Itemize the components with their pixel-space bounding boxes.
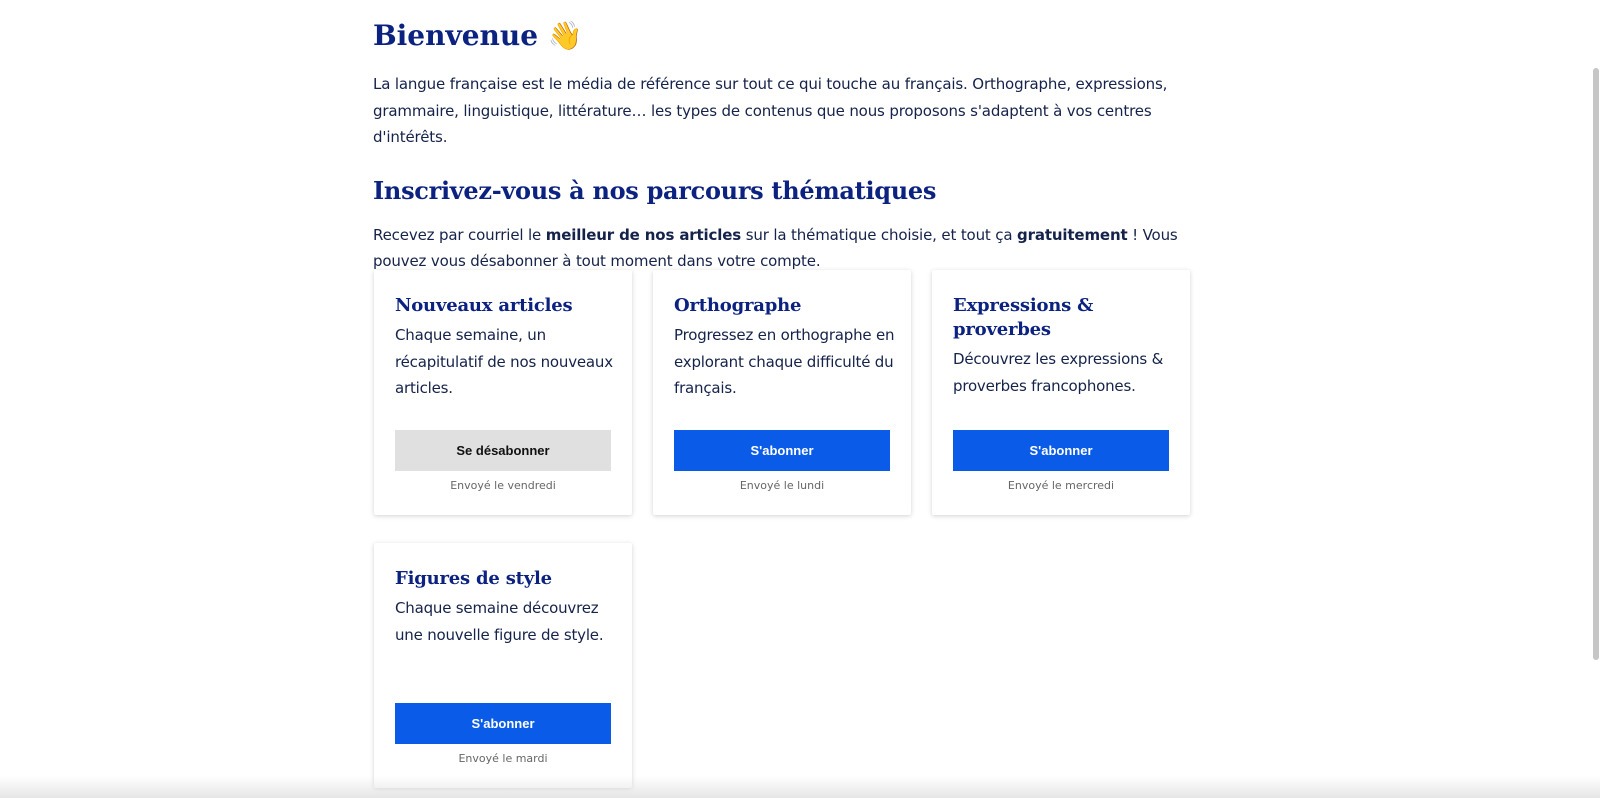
card-description: Progressez en orthographe en explorant c…: [674, 326, 895, 397]
card-send-day: Envoyé le mardi: [458, 752, 548, 765]
bottom-shadow: [0, 776, 1600, 798]
vertical-scrollbar[interactable]: [1590, 0, 1600, 798]
card-nouveaux-articles: Nouveaux articles Chaque semaine, un réc…: [374, 270, 632, 515]
card-send-day: Envoyé le lundi: [739, 479, 825, 492]
card-send-day: Envoyé le mercredi: [1007, 479, 1115, 492]
subscriptions-text-bold-free: gratuitement: [1017, 225, 1128, 244]
subscribe-button[interactable]: S'abonner: [953, 430, 1169, 471]
card-title: Figures de style: [395, 568, 552, 589]
intro-paragraph: La langue française est le média de réfé…: [373, 75, 1168, 146]
card-description: Chaque semaine découvrez une nouvelle fi…: [395, 599, 604, 644]
page: Bienvenue 👋 La langue française est le m…: [0, 0, 1600, 798]
card-description: Découvrez les expressions & proverbes fr…: [953, 350, 1164, 395]
scrollbar-thumb[interactable]: [1593, 68, 1599, 660]
welcome-title: Bienvenue 👋: [373, 19, 583, 52]
card-title: Expressions & proverbes: [953, 295, 1094, 340]
subscriptions-description: Recevez par courriel le meilleur de nos …: [373, 222, 1193, 275]
unsubscribe-button[interactable]: Se désabonner: [395, 430, 611, 471]
subscriptions-text-before: Recevez par courriel le: [373, 225, 546, 244]
main-content: Bienvenue 👋 La langue française est le m…: [373, 14, 1203, 275]
card-expressions-proverbes: Expressions & proverbes Découvrez les ex…: [932, 270, 1190, 515]
card-description: Chaque semaine, un récapitulatif de nos …: [395, 326, 613, 397]
subscriptions-title: Inscrivez-vous à nos parcours thématique…: [373, 175, 937, 205]
card-orthographe: Orthographe Progressez en orthographe en…: [653, 270, 911, 515]
card-send-day: Envoyé le vendredi: [450, 479, 556, 492]
subscriptions-text-bold-articles: meilleur de nos articles: [545, 225, 742, 244]
card-title: Orthographe: [674, 295, 802, 316]
card-title: Nouveaux articles: [395, 295, 573, 316]
subscribe-button[interactable]: S'abonner: [674, 430, 890, 471]
subscribe-button[interactable]: S'abonner: [395, 703, 611, 744]
card-figures-de-style: Figures de style Chaque semaine découvre…: [374, 543, 632, 788]
subscriptions-text-middle: sur la thématique choisie, et tout ça: [741, 225, 1018, 244]
